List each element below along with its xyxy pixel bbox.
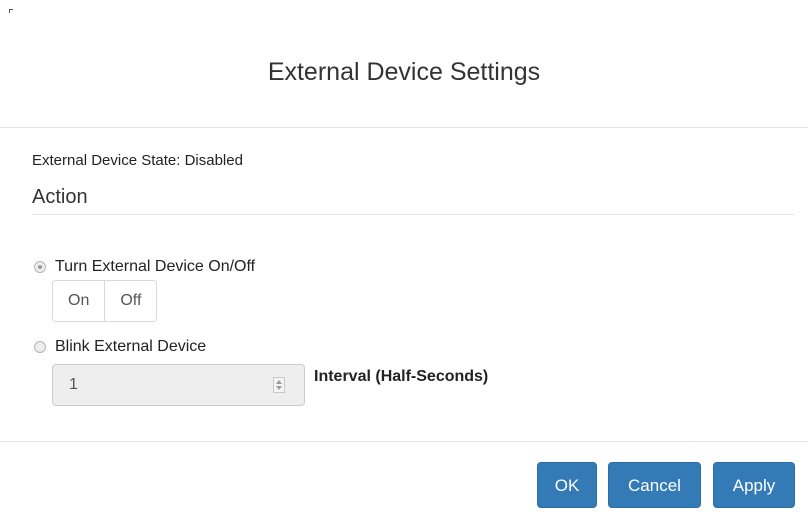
blink-label: Blink External Device [55, 338, 207, 355]
number-spinner-icon[interactable] [273, 377, 285, 393]
on-off-button-group: On Off [52, 280, 158, 322]
turn-on-off-label: Turn External Device On/Off [55, 258, 256, 275]
cancel-button[interactable]: Cancel [608, 462, 701, 508]
ok-button[interactable]: OK [537, 462, 597, 508]
interval-value: 1 [69, 376, 78, 393]
external-device-settings-dialog: External Device Settings External Device… [0, 0, 808, 523]
turn-on-off-radio-icon[interactable] [34, 261, 46, 273]
blink-radio-icon[interactable] [34, 341, 46, 353]
action-heading: Action [32, 186, 88, 208]
dialog-header: External Device Settings [0, 0, 808, 128]
interval-label: Interval (Half-Seconds) [314, 368, 489, 385]
off-button[interactable]: Off [104, 281, 157, 321]
apply-button[interactable]: Apply [713, 462, 795, 508]
dialog-title: External Device Settings [267, 58, 541, 86]
turn-on-off-option[interactable]: Turn External Device On/Off [34, 258, 255, 276]
device-state-text: External Device State: Disabled [32, 152, 243, 169]
dialog-footer: OK Cancel Apply [0, 441, 808, 523]
spinner-up-icon[interactable] [276, 380, 282, 384]
spinner-down-icon[interactable] [276, 386, 282, 390]
interval-input[interactable]: 1 [52, 364, 305, 406]
on-button[interactable]: On [53, 281, 105, 321]
action-divider [32, 214, 794, 215]
blink-option[interactable]: Blink External Device [34, 338, 206, 356]
